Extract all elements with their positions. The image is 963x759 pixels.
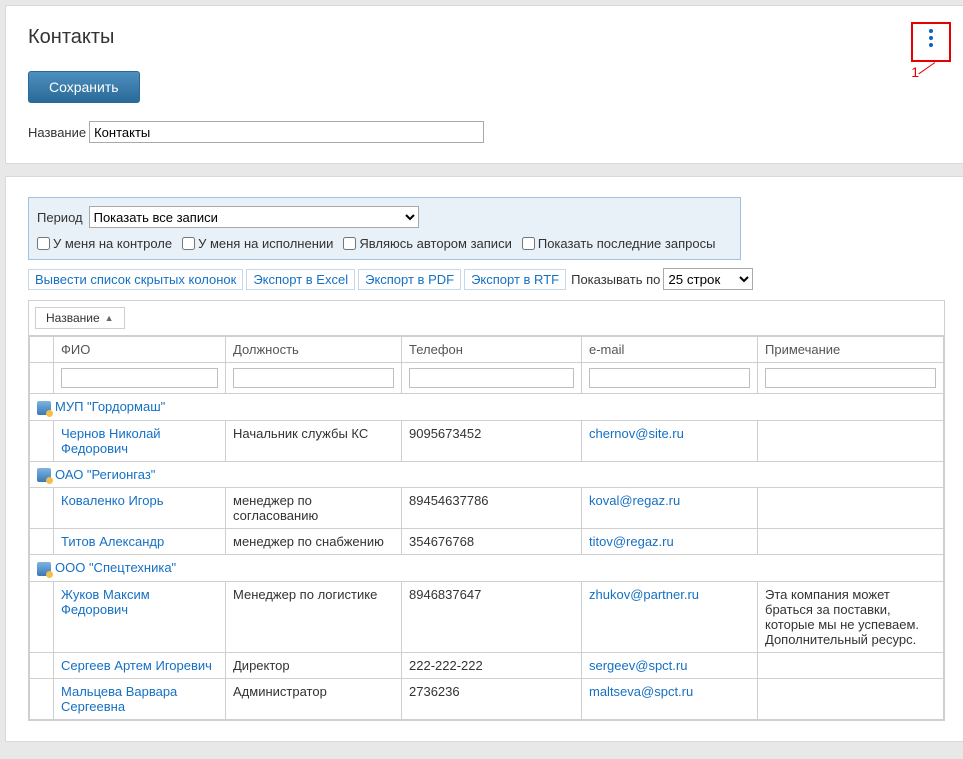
filter-phone[interactable]: [409, 368, 574, 388]
table-row: Коваленко Игорь менеджер по согласованию8…: [30, 488, 944, 529]
cell-note: [758, 678, 944, 719]
page-title: Контакты: [28, 26, 945, 49]
cb-my-control[interactable]: У меня на контроле: [37, 236, 172, 251]
table-row: Сергеев Артем Игоревич Директор222-222-22…: [30, 652, 944, 678]
annotation-label: 1: [911, 64, 919, 80]
sort-asc-icon: ▲: [105, 313, 114, 323]
export-pdf-link[interactable]: Экспорт в PDF: [358, 269, 461, 290]
column-headers: ФИО Должность Телефон e-mail Примечание: [30, 337, 944, 363]
filter-fio[interactable]: [61, 368, 218, 388]
col-header-email[interactable]: e-mail: [582, 337, 758, 363]
group-header-row[interactable]: ООО "Спецтехника": [30, 555, 944, 582]
filter-row: [30, 363, 944, 394]
org-icon: [37, 562, 51, 576]
cell-position: Менеджер по логистике: [226, 581, 402, 652]
cell-position: Администратор: [226, 678, 402, 719]
cell-phone: 222-222-222: [402, 652, 582, 678]
content-panel: Период Показать все записи У меня на кон…: [5, 176, 963, 742]
show-hidden-cols-link[interactable]: Вывести список скрытых колонок: [28, 269, 243, 290]
cb-recent[interactable]: Показать последние запросы: [522, 236, 716, 251]
cell-position: менеджер по снабжению: [226, 529, 402, 555]
col-header-position[interactable]: Должность: [226, 337, 402, 363]
group-by-chip[interactable]: Название ▲: [35, 307, 125, 329]
kebab-menu-icon[interactable]: [917, 24, 945, 52]
rows-per-page-label: Показывать по: [571, 272, 660, 287]
col-header-fio[interactable]: ФИО: [54, 337, 226, 363]
table-row: Мальцева Варвара Сергеевна Администратор2…: [30, 678, 944, 719]
cell-phone: 2736236: [402, 678, 582, 719]
group-title-link[interactable]: ОАО "Регионгаз": [55, 467, 155, 482]
cell-phone: 89454637786: [402, 488, 582, 529]
email-link[interactable]: maltseva@spct.ru: [589, 684, 693, 699]
contact-fio-link[interactable]: Сергеев Артем Игоревич: [61, 658, 212, 673]
header-panel: 1 Контакты Сохранить Название: [5, 5, 963, 164]
contact-fio-link[interactable]: Чернов Николай Федорович: [61, 426, 161, 456]
filter-email[interactable]: [589, 368, 750, 388]
filter-note[interactable]: [765, 368, 936, 388]
cb-my-exec[interactable]: У меня на исполнении: [182, 236, 333, 251]
action-row: Вывести список скрытых колонок Экспорт в…: [28, 268, 945, 290]
email-link[interactable]: koval@regaz.ru: [589, 493, 680, 508]
period-select[interactable]: Показать все записи: [89, 206, 419, 228]
table-row: Титов Александр менеджер по снабжению3546…: [30, 529, 944, 555]
email-link[interactable]: sergeev@spct.ru: [589, 658, 687, 673]
org-icon: [37, 401, 51, 415]
cell-note: [758, 420, 944, 461]
email-link[interactable]: zhukov@partner.ru: [589, 587, 699, 602]
cell-note: [758, 488, 944, 529]
table-row: Чернов Николай Федорович Начальник службы…: [30, 420, 944, 461]
group-title-link[interactable]: МУП "Гордормаш": [55, 399, 165, 414]
cb-author[interactable]: Являюсь автором записи: [343, 236, 511, 251]
contact-fio-link[interactable]: Жуков Максим Федорович: [61, 587, 150, 617]
export-rtf-link[interactable]: Экспорт в RTF: [464, 269, 566, 290]
export-excel-link[interactable]: Экспорт в Excel: [246, 269, 355, 290]
cell-position: менеджер по согласованию: [226, 488, 402, 529]
filter-position[interactable]: [233, 368, 394, 388]
save-button[interactable]: Сохранить: [28, 71, 140, 103]
cell-phone: 354676768: [402, 529, 582, 555]
col-header-note[interactable]: Примечание: [758, 337, 944, 363]
cell-note: [758, 529, 944, 555]
org-icon: [37, 468, 51, 482]
cell-position: Директор: [226, 652, 402, 678]
cell-phone: 9095673452: [402, 420, 582, 461]
data-grid: Название ▲ ФИО Должность Телефон e-mail …: [28, 300, 945, 721]
cell-position: Начальник службы КС: [226, 420, 402, 461]
group-header-row[interactable]: ОАО "Регионгаз": [30, 461, 944, 488]
group-by-bar: Название ▲: [29, 301, 944, 336]
contact-fio-link[interactable]: Коваленко Игорь: [61, 493, 164, 508]
col-header-phone[interactable]: Телефон: [402, 337, 582, 363]
group-title-link[interactable]: ООО "Спецтехника": [55, 560, 176, 575]
cell-note: Эта компания может браться за поставки, …: [758, 581, 944, 652]
email-link[interactable]: chernov@site.ru: [589, 426, 684, 441]
group-header-row[interactable]: МУП "Гордормаш": [30, 394, 944, 421]
cell-note: [758, 652, 944, 678]
table-row: Жуков Максим Федорович Менеджер по логист…: [30, 581, 944, 652]
contact-fio-link[interactable]: Титов Александр: [61, 534, 164, 549]
period-label: Период: [37, 210, 83, 225]
name-field-label: Название: [28, 125, 86, 140]
name-field[interactable]: [89, 121, 484, 143]
email-link[interactable]: titov@regaz.ru: [589, 534, 674, 549]
cell-phone: 8946837647: [402, 581, 582, 652]
rows-per-page-select[interactable]: 25 строк: [663, 268, 753, 290]
filter-box: Период Показать все записи У меня на кон…: [28, 197, 741, 260]
contact-fio-link[interactable]: Мальцева Варвара Сергеевна: [61, 684, 177, 714]
annotation-line: [918, 62, 935, 74]
